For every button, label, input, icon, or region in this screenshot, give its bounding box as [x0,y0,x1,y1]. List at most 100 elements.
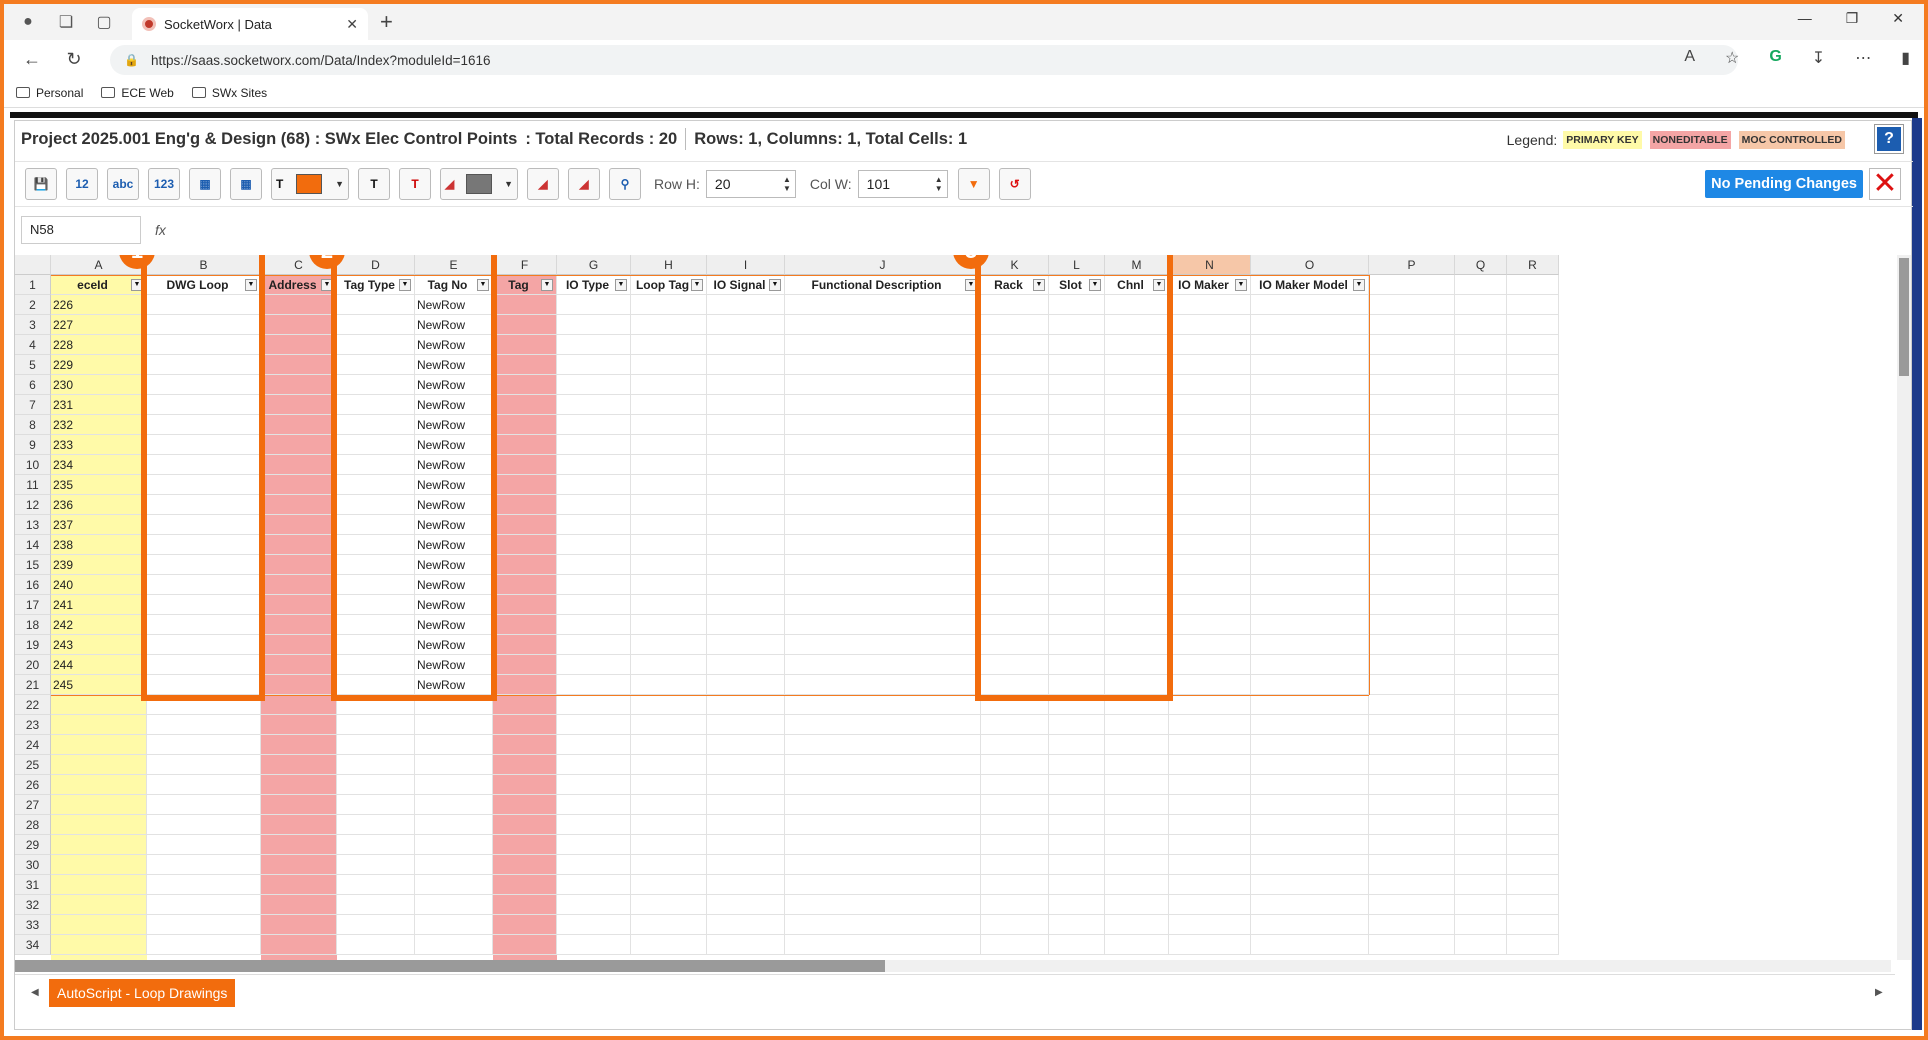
table-cell[interactable] [1105,775,1169,795]
table-cell[interactable] [1169,595,1251,615]
table-cell[interactable] [261,835,337,855]
table-cell[interactable] [337,775,415,795]
table-cell[interactable] [493,495,557,515]
table-cell[interactable] [1169,515,1251,535]
table-cell[interactable]: 231 [51,395,147,415]
table-cell[interactable] [1251,435,1369,455]
table-cell[interactable] [261,575,337,595]
spreadsheet-grid[interactable]: A B C D E F G H I J K L M N O P Q R 1 2 3 4 5 6 7 8 9 10 11 12 13 14 15 1… [15,255,1891,960]
table-cell[interactable] [707,775,785,795]
collections-icon[interactable]: ❏ [52,8,80,36]
table-cell[interactable] [1105,895,1169,915]
table-cell[interactable] [1251,735,1369,755]
table-cell[interactable] [415,815,493,835]
table-cell[interactable] [557,455,631,475]
table-cell[interactable] [1369,375,1455,395]
table-cell[interactable] [1169,815,1251,835]
table-cell[interactable] [493,335,557,355]
table-cell[interactable] [1105,875,1169,895]
table-cell[interactable] [981,875,1049,895]
spinner-arrows-icon[interactable]: ▲ ▼ [783,175,791,193]
table-cell[interactable]: 245 [51,675,147,695]
table-cell[interactable] [1251,295,1369,315]
table-cell[interactable] [51,735,147,755]
table-cell[interactable] [415,915,493,935]
table-cell[interactable] [707,575,785,595]
table-cell[interactable] [1169,335,1251,355]
table-cell[interactable] [707,475,785,495]
table-cell[interactable] [1169,935,1251,955]
table-cell[interactable] [51,695,147,715]
clear-fill-icon[interactable]: ◢ [568,168,600,200]
table-cell[interactable] [493,695,557,715]
table-cell[interactable] [493,315,557,335]
table-cell[interactable] [261,595,337,615]
table-cell[interactable] [261,335,337,355]
table-cell[interactable] [51,935,147,955]
row-header[interactable]: 11 [15,475,51,495]
table-cell[interactable] [1251,935,1369,955]
table-cell[interactable] [707,635,785,655]
row-header[interactable]: 20 [15,655,51,675]
table-cell[interactable] [1251,555,1369,575]
table-cell[interactable] [147,915,261,935]
table-cell[interactable] [337,815,415,835]
table-cell[interactable] [631,655,707,675]
table-cell[interactable] [981,775,1049,795]
table-cell[interactable] [147,795,261,815]
table-cell[interactable]: 235 [51,475,147,495]
table-cell[interactable]: 228 [51,335,147,355]
filter-dropdown-icon[interactable]: ▼ [615,279,627,291]
table-cell[interactable] [493,295,557,315]
table-cell[interactable] [1507,455,1559,475]
bookmark-ece-web[interactable]: ECE Web [101,86,174,100]
table-cell[interactable]: 238 [51,535,147,555]
table-cell[interactable] [51,815,147,835]
table-cell[interactable] [1169,755,1251,775]
table-cell[interactable] [1507,795,1559,815]
table-cell[interactable] [1251,495,1369,515]
table-cell[interactable] [631,315,707,335]
table-cell[interactable] [1369,815,1455,835]
table-cell[interactable]: 243 [51,635,147,655]
table-cell[interactable] [337,935,415,955]
table-cell[interactable] [1169,615,1251,635]
table-cell[interactable] [557,475,631,495]
table-cell[interactable] [1455,435,1507,455]
table-cell[interactable] [147,935,261,955]
text-color-picker[interactable]: T ▼ [271,168,349,200]
table-cell[interactable] [557,615,631,635]
table-cell[interactable] [147,735,261,755]
row-header[interactable]: 25 [15,755,51,775]
table-cell[interactable] [1169,855,1251,875]
close-tab-icon[interactable]: ✕ [346,16,358,33]
table-cell[interactable] [981,815,1049,835]
table-cell[interactable] [261,655,337,675]
new-tab-icon[interactable]: + [380,9,393,35]
table-cell[interactable] [631,295,707,315]
row-header[interactable]: 18 [15,615,51,635]
table-cell[interactable] [493,455,557,475]
text-format-icon[interactable]: abc [107,168,139,200]
table-cell[interactable] [557,895,631,915]
table-cell[interactable] [1455,495,1507,515]
table-cell[interactable] [785,355,981,375]
table-cell[interactable] [981,895,1049,915]
column-header-p[interactable]: P [1369,255,1455,275]
table-cell[interactable] [1507,755,1559,775]
table-cell[interactable] [51,795,147,815]
table-cell[interactable] [1251,575,1369,595]
table-cell[interactable] [1455,415,1507,435]
table-cell[interactable] [557,775,631,795]
table-cell[interactable] [981,735,1049,755]
table-cell[interactable] [1455,515,1507,535]
bookmark-personal[interactable]: Personal [16,86,83,100]
table-cell[interactable] [1169,475,1251,495]
table-cell[interactable] [1251,875,1369,895]
table-cell[interactable] [1251,775,1369,795]
table-cell[interactable] [1369,855,1455,875]
table-cell[interactable] [147,755,261,775]
table-cell[interactable] [1169,535,1251,555]
table-cell[interactable] [785,615,981,635]
table-cell[interactable] [1251,475,1369,495]
